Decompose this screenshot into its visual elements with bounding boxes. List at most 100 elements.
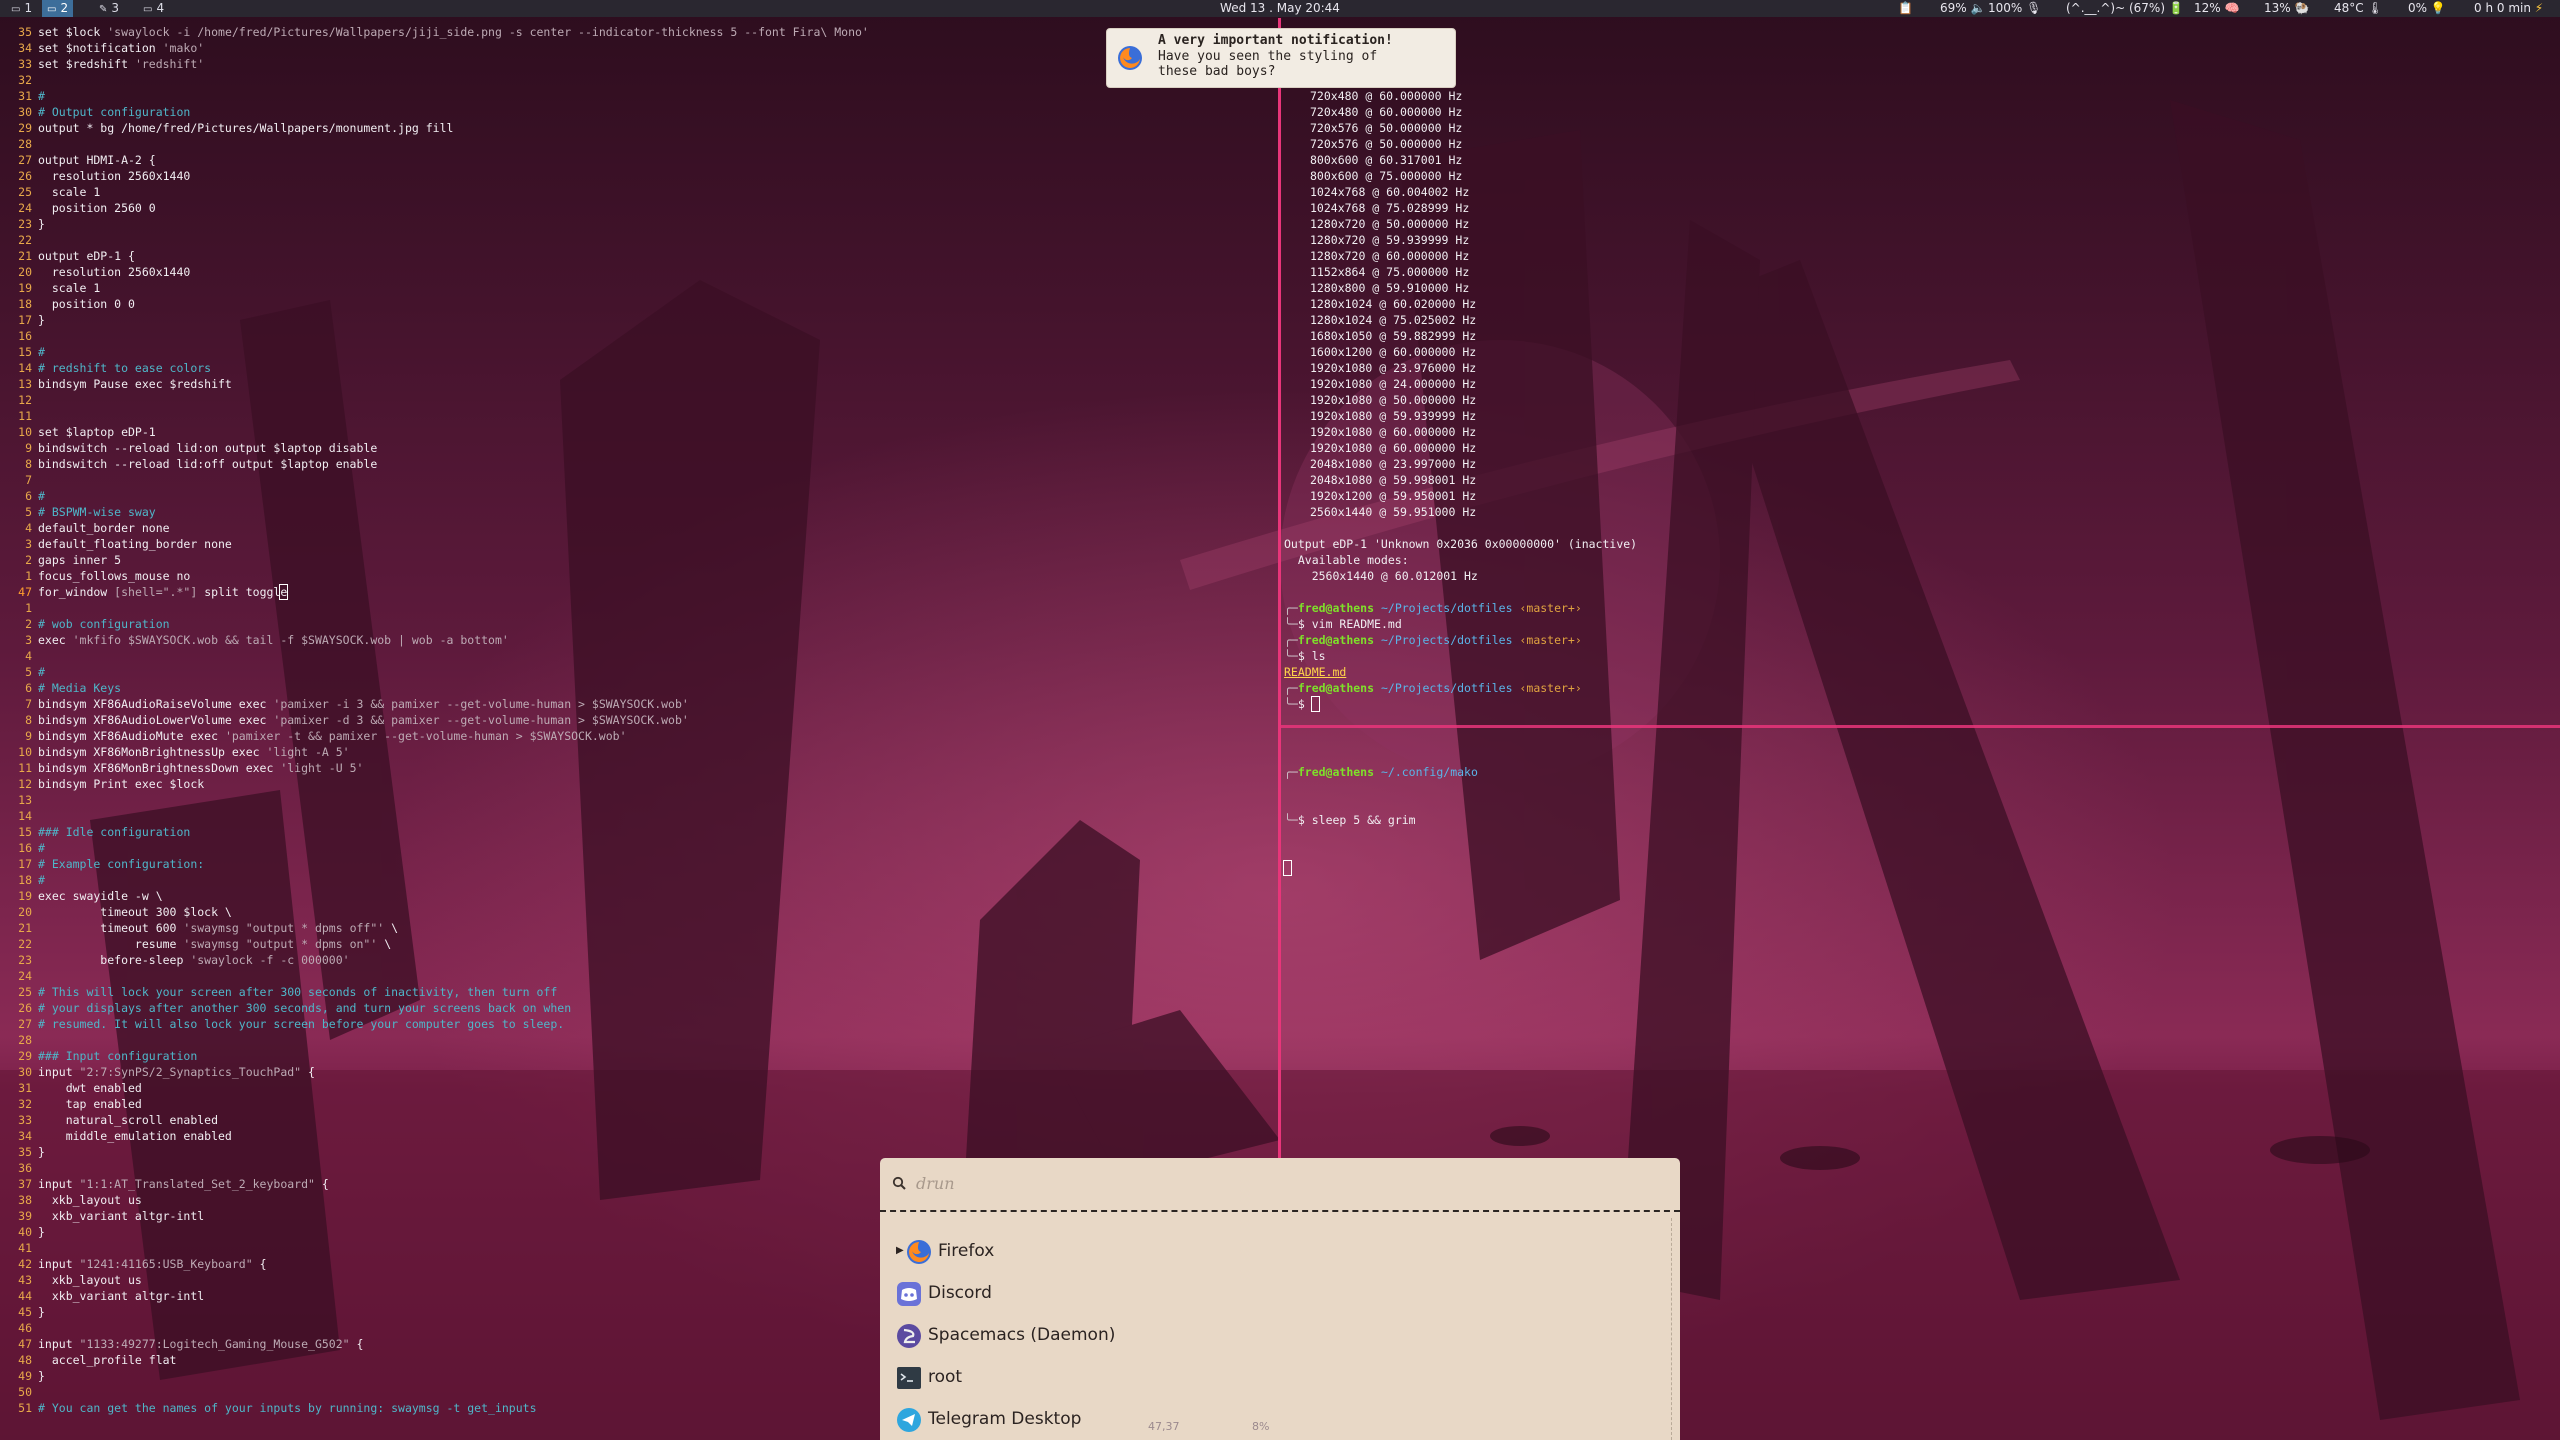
editor-line[interactable]: 17 # Example configuration:	[6, 856, 1276, 872]
editor-line[interactable]: 33 natural_scroll enabled	[6, 1112, 1276, 1128]
editor-line[interactable]: 5 #	[6, 664, 1276, 680]
editor-line[interactable]: 31 #	[6, 88, 1276, 104]
code-comment: #	[38, 489, 45, 503]
file-readme[interactable]: README.md	[1284, 665, 1346, 679]
code-text: }	[38, 217, 45, 231]
editor-line[interactable]: 24	[6, 968, 1276, 984]
editor-line[interactable]: 1	[6, 600, 1276, 616]
editor-line[interactable]: 33 set $redshift 'redshift'	[6, 56, 1276, 72]
uptime-status[interactable]: 0 h 0 min ⚡	[2474, 0, 2543, 17]
editor-line[interactable]: 11 bindsym XF86MonBrightnessDown exec 'li…	[6, 760, 1276, 776]
mode-line: 1920x1080 @ 23.976000 Hz	[1284, 360, 2554, 376]
editor-line[interactable]: 27 # resumed. It will also lock your scre…	[6, 1016, 1276, 1032]
editor-line[interactable]: 9 bindswitch --reload lid:on output $lapt…	[6, 440, 1276, 456]
prompt-user: fred@athens	[1297, 681, 1375, 695]
editor-line[interactable]: 16	[6, 328, 1276, 344]
editor-line[interactable]: 3 exec 'mkfifo $SWAYSOCK.wob && tail -f $…	[6, 632, 1276, 648]
editor-line[interactable]: 3 default_floating_border none	[6, 536, 1276, 552]
editor-line[interactable]: 7 bindsym XF86AudioRaiseVolume exec 'pami…	[6, 696, 1276, 712]
editor-line[interactable]: 15 #	[6, 344, 1276, 360]
editor-line[interactable]: 7	[6, 472, 1276, 488]
volume-status[interactable]: 69% 🔈	[1940, 0, 1985, 17]
clipboard-icon[interactable]: 📋	[1898, 0, 1913, 17]
editor-line[interactable]: 11	[6, 408, 1276, 424]
editor-line[interactable]: 20 timeout 300 $lock \	[6, 904, 1276, 920]
editor-line[interactable]: 29 output * bg /home/fred/Pictures/Wallpa…	[6, 120, 1276, 136]
editor-line[interactable]: 31 dwt enabled	[6, 1080, 1276, 1096]
editor-line[interactable]: 18 #	[6, 872, 1276, 888]
window-border-horizontal[interactable]	[1281, 725, 2560, 728]
memory-status[interactable]: 13% 🐏	[2264, 0, 2309, 17]
code-string: 'swaylock -i /home/fred/Pictures/Wallpap…	[107, 25, 869, 39]
cpu-status[interactable]: 12% 🧠	[2194, 0, 2239, 17]
brightness-status[interactable]: 100% 🎙	[1988, 0, 2041, 17]
editor-line[interactable]: 12	[6, 392, 1276, 408]
code-comment: #	[38, 89, 45, 103]
editor-line[interactable]: 16 #	[6, 840, 1276, 856]
code-comment: # resumed. It will also lock your screen…	[38, 1017, 565, 1031]
editor-line[interactable]: 10 bindsym XF86MonBrightnessUp exec 'ligh…	[6, 744, 1276, 760]
editor-line[interactable]: 29 ### Input configuration	[6, 1048, 1276, 1064]
editor-line[interactable]: 28	[6, 136, 1276, 152]
editor-line[interactable]: 21 timeout 600 'swaymsg "output * dpms o…	[6, 920, 1276, 936]
editor-line[interactable]: 21 output eDP-1 {	[6, 248, 1276, 264]
battery-status[interactable]: (^.__.^)~ (67%) 🔋	[2066, 0, 2184, 17]
editor-line[interactable]: 28	[6, 1032, 1276, 1048]
line-number: 49	[18, 1369, 32, 1383]
editor-line[interactable]: 35 set $lock 'swaylock -i /home/fred/Pict…	[6, 24, 1276, 40]
notification-popup[interactable]: A very important notification! Have you …	[1106, 28, 1456, 88]
editor-line[interactable]: 13 bindsym Pause exec $redshift	[6, 376, 1276, 392]
editor-line[interactable]: 12 bindsym Print exec $lock	[6, 776, 1276, 792]
editor-line[interactable]: 22 resume 'swaymsg "output * dpms on"' \	[6, 936, 1276, 952]
app-launcher[interactable]: ▶ Firefox Discord Spacemacs (Daemon) roo…	[880, 1158, 1680, 1440]
editor-line[interactable]: 26 resolution 2560x1440	[6, 168, 1276, 184]
launcher-scrollbar[interactable]	[1671, 1218, 1672, 1440]
terminal-top[interactable]: 720x480 @ 60.000000 Hz 720x480 @ 60.00000…	[1284, 88, 2554, 724]
code-text: timeout 600	[38, 921, 184, 935]
expand-arrow-icon[interactable]: ▶	[896, 1245, 904, 1256]
editor-line[interactable]: 15 ### Idle configuration	[6, 824, 1276, 840]
temperature-status[interactable]: 48°C 🌡	[2334, 0, 2383, 17]
editor-line[interactable]: 5 # BSPWM-wise sway	[6, 504, 1276, 520]
line-number: 28	[18, 1033, 32, 1047]
line-number: 20	[18, 905, 32, 919]
editor-line[interactable]: 14 # redshift to ease colors	[6, 360, 1276, 376]
editor-line[interactable]: 8 bindsym XF86AudioLowerVolume exec 'pami…	[6, 712, 1276, 728]
editor-line[interactable]: 47 for_window [shell=".*"] split toggle	[6, 584, 1276, 600]
editor-line[interactable]: 27 output HDMI-A-2 {	[6, 152, 1276, 168]
editor-line[interactable]: 23 before-sleep 'swaylock -f -c 000000'	[6, 952, 1276, 968]
editor-line[interactable]: 19 exec swayidle -w \	[6, 888, 1276, 904]
editor-line[interactable]: 25 scale 1	[6, 184, 1276, 200]
terminal-bottom[interactable]: ╭─fred@athens ~/.config/mako ╰─$ sleep 5…	[1283, 732, 2554, 876]
editor-line[interactable]: 6 #	[6, 488, 1276, 504]
editor-line[interactable]: 32	[6, 72, 1276, 88]
editor-line[interactable]: 26 # your displays after another 300 seco…	[6, 1000, 1276, 1016]
editor-line[interactable]: 10 set $laptop eDP-1	[6, 424, 1276, 440]
editor-line[interactable]: 8 bindswitch --reload lid:off output $lap…	[6, 456, 1276, 472]
editor-line[interactable]: 20 resolution 2560x1440	[6, 264, 1276, 280]
editor-line[interactable]: 24 position 2560 0	[6, 200, 1276, 216]
idle-status[interactable]: 0% 💡	[2408, 0, 2446, 17]
editor-line[interactable]: 4	[6, 648, 1276, 664]
editor-line[interactable]: 2 gaps inner 5	[6, 552, 1276, 568]
editor-line[interactable]: 1 focus_follows_mouse no	[6, 568, 1276, 584]
editor-line[interactable]: 13	[6, 792, 1276, 808]
editor-line[interactable]: 30 input "2:7:SynPS/2_Synaptics_TouchPad"…	[6, 1064, 1276, 1080]
editor-line[interactable]: 23}	[6, 216, 1276, 232]
editor-line[interactable]: 14	[6, 808, 1276, 824]
editor-line[interactable]: 9 bindsym XF86AudioMute exec 'pamixer -t …	[6, 728, 1276, 744]
editor-line[interactable]: 17}	[6, 312, 1276, 328]
launcher-search-input[interactable]	[914, 1168, 1618, 1198]
editor-line[interactable]: 2 # wob configuration	[6, 616, 1276, 632]
editor-line[interactable]: 22	[6, 232, 1276, 248]
editor-line[interactable]: 18 position 0 0	[6, 296, 1276, 312]
editor-line[interactable]: 19 scale 1	[6, 280, 1276, 296]
editor-line[interactable]: 30 # Output configuration	[6, 104, 1276, 120]
editor-line[interactable]: 25 # This will lock your screen after 300…	[6, 984, 1276, 1000]
editor-line[interactable]: 34 middle_emulation enabled	[6, 1128, 1276, 1144]
mode-text: 1152x864 @ 75.000000 Hz	[1310, 265, 1470, 279]
editor-line[interactable]: 6 # Media Keys	[6, 680, 1276, 696]
editor-line[interactable]: 34 set $notification 'mako'	[6, 40, 1276, 56]
editor-line[interactable]: 4 default_border none	[6, 520, 1276, 536]
editor-line[interactable]: 32 tap enabled	[6, 1096, 1276, 1112]
